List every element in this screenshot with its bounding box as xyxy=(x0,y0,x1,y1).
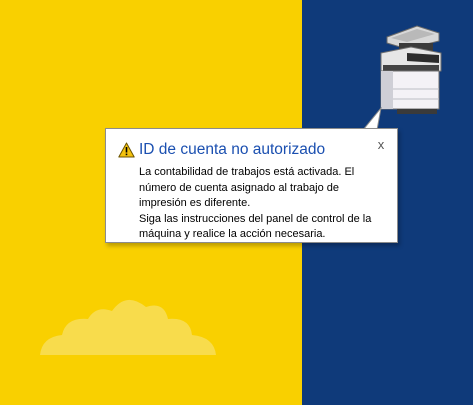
cloud-icon xyxy=(40,299,216,355)
notification-message: La contabilidad de trabajos está activad… xyxy=(139,165,394,243)
message-line: número de cuenta asignado al trabajo de xyxy=(139,181,339,194)
notification-balloon: ID de cuenta no autorizado x La contabil… xyxy=(105,128,398,243)
message-line: Siga las instrucciones del panel de cont… xyxy=(139,212,372,225)
message-line: máquina y realice la acción necesaria. xyxy=(139,228,326,240)
close-button[interactable]: x xyxy=(374,138,388,152)
message-line: impresión es diferente. xyxy=(139,197,251,209)
notification-title: ID de cuenta no autorizado xyxy=(139,141,326,158)
printer-icon xyxy=(380,25,442,114)
balloon-tail xyxy=(361,107,387,130)
warning-icon xyxy=(118,142,135,158)
message-line: La contabilidad de trabajos está activad… xyxy=(139,166,355,178)
